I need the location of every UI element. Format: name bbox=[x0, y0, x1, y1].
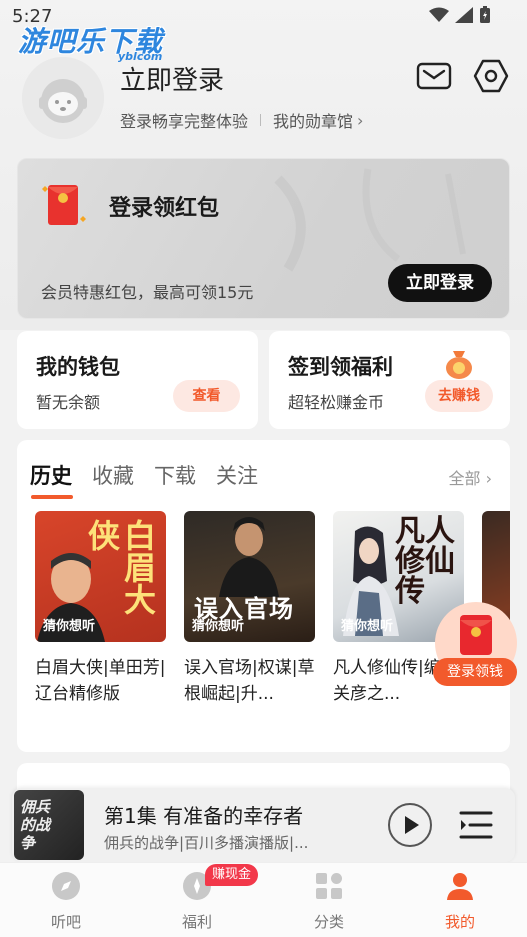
nav-item-listen[interactable]: 听吧 bbox=[21, 863, 111, 937]
red-packet-card[interactable]: 登录领红包 会员特惠红包，最高可领15元 立即登录 bbox=[17, 158, 510, 319]
play-button[interactable] bbox=[388, 803, 432, 847]
signal-icon bbox=[455, 7, 473, 23]
tab-history[interactable]: 历史 bbox=[30, 460, 73, 499]
character-silhouette bbox=[219, 517, 279, 597]
chevron-right-icon: › bbox=[357, 110, 364, 130]
earn-cash-badge: 赚现金 bbox=[205, 864, 259, 886]
wallet-balance: 暂无余额 bbox=[36, 393, 101, 412]
avatar[interactable] bbox=[22, 57, 104, 139]
red-packet-description: 会员特惠红包，最高可领15元 bbox=[41, 283, 254, 302]
player-subtitle: 佣兵的战争|百川多播演播版|... bbox=[104, 834, 309, 852]
wifi-icon bbox=[429, 7, 449, 22]
person-icon bbox=[447, 873, 473, 900]
guess-badge: 猜你想听 bbox=[192, 619, 245, 634]
nav-label: 我的 bbox=[444, 913, 475, 931]
watermark-logo: 游吧乐下载 yblcom bbox=[18, 20, 163, 63]
tab-downloads[interactable]: 下载 bbox=[154, 460, 196, 490]
login-hint: 登录畅享完整体验 bbox=[120, 112, 249, 131]
tab-favorites[interactable]: 收藏 bbox=[92, 460, 134, 490]
checkin-subtitle: 超轻松赚金币 bbox=[288, 393, 385, 412]
book-title: 白眉大侠|单田芳|辽台精修版 bbox=[35, 658, 166, 704]
player-cover[interactable]: 佣兵的战争 bbox=[14, 790, 84, 860]
login-button[interactable]: 立即登录 bbox=[388, 264, 492, 302]
login-title[interactable]: 立即登录 bbox=[120, 60, 224, 97]
nav-label: 听吧 bbox=[50, 913, 81, 931]
nav-item-category[interactable]: 分类 bbox=[284, 863, 374, 937]
divider bbox=[260, 114, 262, 126]
badges-link[interactable]: 我的勋章馆 bbox=[273, 108, 353, 132]
default-avatar-icon bbox=[22, 57, 104, 139]
book-cover: 误入官场 猜你想听 bbox=[184, 511, 315, 642]
red-envelope-icon bbox=[42, 185, 86, 225]
playlist-icon[interactable] bbox=[458, 808, 494, 842]
decorative-brush-pattern bbox=[274, 168, 466, 272]
wallet-card[interactable]: 我的钱包 暂无余额 查看 bbox=[17, 331, 258, 429]
book-title: 误入官场|权谋|草根崛起|升... bbox=[184, 658, 315, 704]
view-wallet-button[interactable]: 查看 bbox=[173, 380, 240, 412]
nav-item-mine[interactable]: 我的 bbox=[415, 863, 505, 937]
history-tabs: 历史 收藏 下载 关注 bbox=[30, 460, 258, 499]
floating-red-packet[interactable]: 登录领钱 bbox=[433, 602, 517, 686]
checkin-title: 签到领福利 bbox=[288, 355, 393, 379]
book-item[interactable]: 误入官场 猜你想听 误入官场|权谋|草根崛起|升... bbox=[184, 511, 315, 707]
play-icon bbox=[405, 816, 419, 834]
earn-money-button[interactable]: 去赚钱 bbox=[425, 380, 493, 412]
book-cover-title: 凡人修仙传 bbox=[395, 514, 455, 609]
player-cover-title: 佣兵的战争 bbox=[20, 798, 51, 852]
compass-icon bbox=[52, 872, 80, 900]
guess-badge: 猜你想听 bbox=[43, 619, 96, 634]
floating-red-packet-label: 登录领钱 bbox=[433, 658, 517, 686]
checkin-card[interactable]: 签到领福利 超轻松赚金币 去赚钱 bbox=[269, 331, 510, 429]
book-item[interactable]: 白眉大侠 猜你想听 白眉大侠|单田芳|辽台精修版 bbox=[35, 511, 166, 707]
wallet-title: 我的钱包 bbox=[36, 355, 120, 379]
status-icons bbox=[429, 6, 491, 24]
book-cover: 白眉大侠 猜你想听 bbox=[35, 511, 166, 642]
mini-player[interactable]: 佣兵的战争 第1集 有准备的幸存者 佣兵的战争|百川多播演播版|... bbox=[12, 788, 515, 862]
history-section: 历史 收藏 下载 关注 全部 › 白眉大侠 猜你想听 白眉大侠|单田芳|辽台精修… bbox=[17, 440, 510, 752]
login-subtitle-row: 登录畅享完整体验 我的勋章馆 › bbox=[120, 108, 363, 132]
red-envelope-icon bbox=[460, 615, 492, 655]
money-bag-icon bbox=[446, 351, 472, 379]
grid-icon bbox=[316, 873, 342, 899]
red-packet-title: 登录领红包 bbox=[109, 196, 220, 221]
bottom-nav: 听吧 福利 分类 我的 bbox=[0, 862, 527, 937]
nav-label: 分类 bbox=[313, 913, 344, 931]
view-all-link[interactable]: 全部 › bbox=[449, 465, 493, 489]
nav-label: 福利 bbox=[181, 913, 212, 931]
mail-icon[interactable] bbox=[416, 58, 452, 94]
battery-icon bbox=[480, 6, 490, 23]
settings-icon[interactable] bbox=[473, 58, 509, 94]
player-episode-title: 第1集 有准备的幸存者 bbox=[104, 804, 304, 828]
guess-badge: 猜你想听 bbox=[341, 619, 394, 634]
tab-following[interactable]: 关注 bbox=[216, 460, 258, 490]
